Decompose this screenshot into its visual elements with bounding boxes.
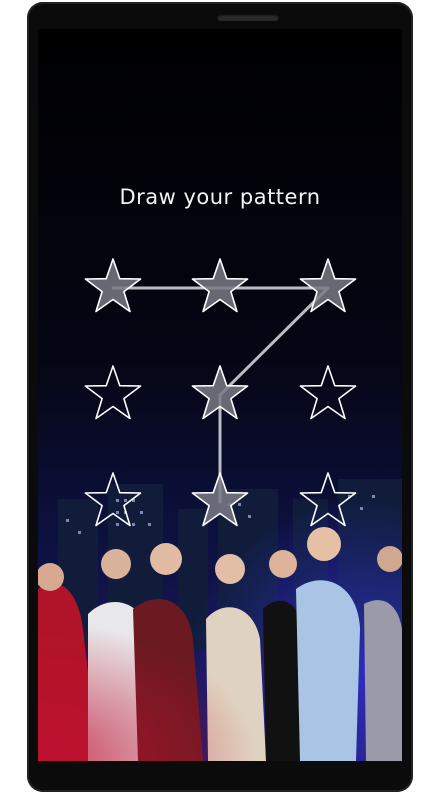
pattern-node-7-star-icon[interactable] (84, 472, 142, 527)
earpiece-speaker (217, 14, 279, 21)
lock-screen: Draw your pattern (38, 29, 402, 761)
pattern-node-1-star-icon[interactable] (84, 258, 142, 313)
pattern-node-3-star-icon[interactable] (299, 258, 357, 313)
pattern-node-9-star-icon[interactable] (299, 472, 357, 527)
pattern-node-2-star-icon[interactable] (191, 258, 249, 313)
pattern-node-4-star-icon[interactable] (84, 365, 142, 420)
pattern-node-6-star-icon[interactable] (299, 365, 357, 420)
pattern-grid[interactable] (38, 29, 402, 761)
pattern-node-8-star-icon[interactable] (191, 472, 249, 527)
